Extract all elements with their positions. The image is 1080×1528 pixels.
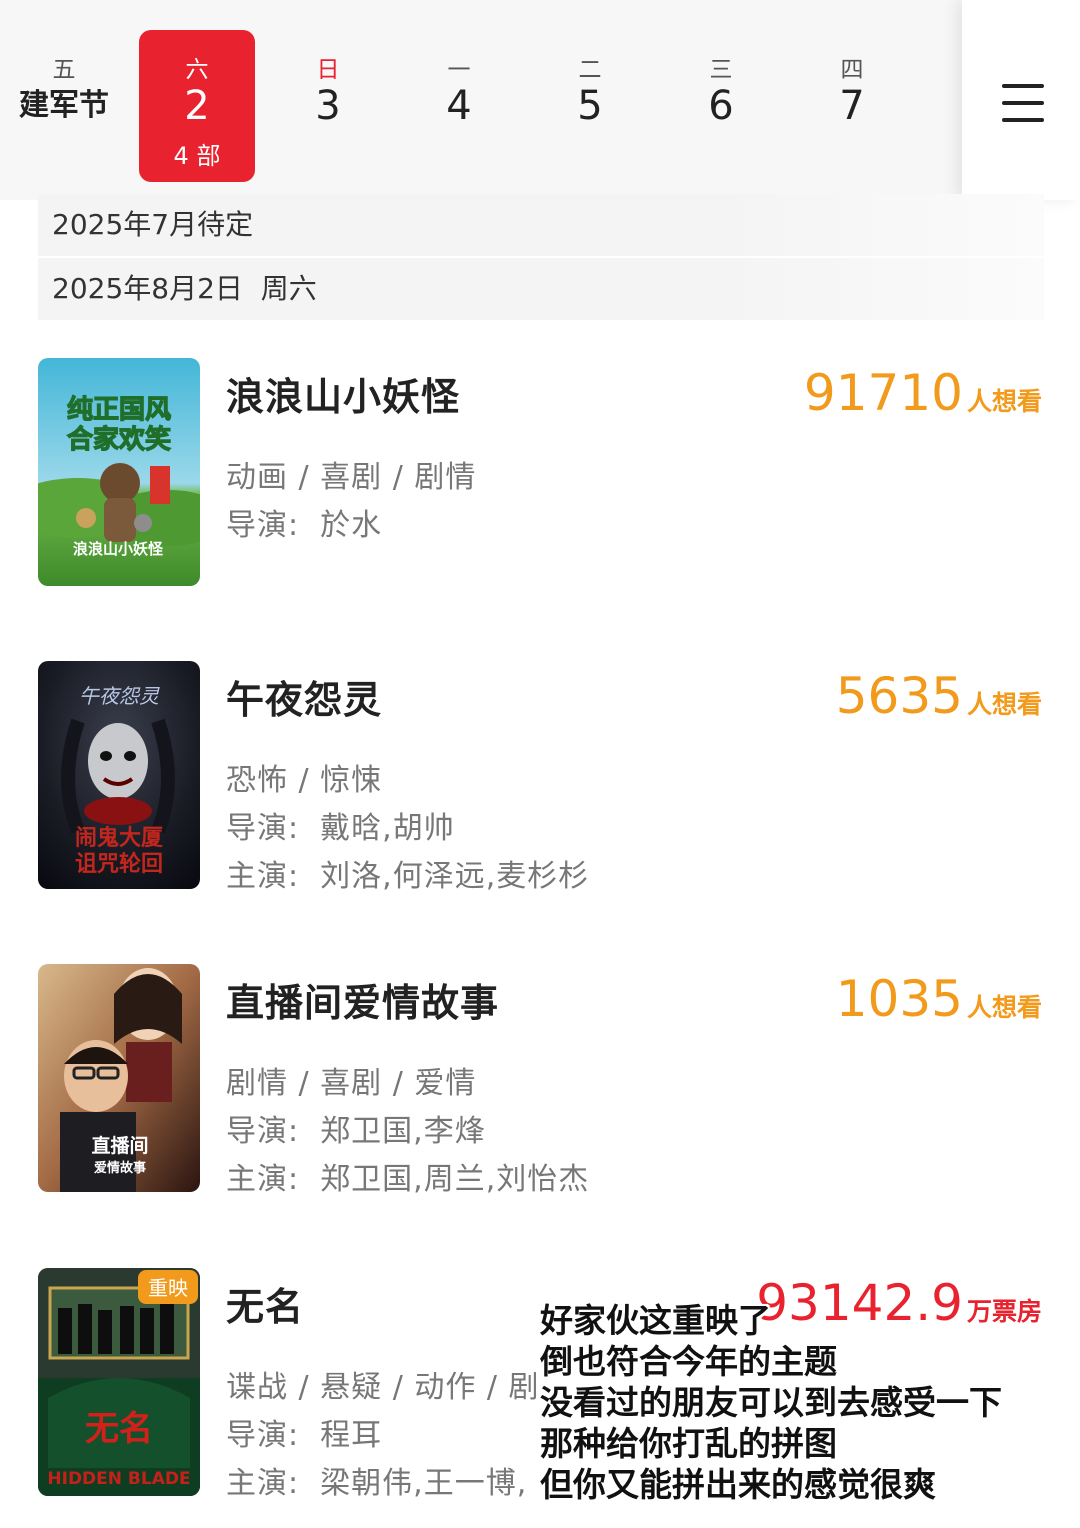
movie-poster[interactable]: 午夜怨灵 闹鬼大厦 诅咒轮回 bbox=[38, 661, 200, 889]
movie-title[interactable]: 午夜怨灵 bbox=[226, 669, 382, 724]
weekday-label: 六 bbox=[185, 57, 209, 83]
movie-genres: 谍战 / 悬疑 / 动作 / 剧 bbox=[226, 1370, 540, 1405]
date-tab-thursday[interactable]: 四 7 bbox=[794, 30, 910, 182]
section-header-fade bbox=[714, 194, 1044, 256]
want-to-see-stat: 5635 人想看 bbox=[836, 667, 1042, 725]
poster-slogan-line1: 闹鬼大厦 bbox=[75, 825, 163, 851]
hamburger-menu-icon[interactable] bbox=[1002, 84, 1044, 122]
movie-cast: 主演: 梁朝伟,王一博, bbox=[226, 1466, 528, 1501]
movie-title[interactable]: 浪浪山小妖怪 bbox=[226, 366, 460, 421]
overlay-caption: 好家伙这重映了 倒也符合今年的主题 没看过的朋友可以到去感受一下 那种给你打乱的… bbox=[540, 1300, 1060, 1505]
movie-genres: 剧情 / 喜剧 / 爱情 bbox=[226, 1066, 477, 1101]
menu-panel bbox=[962, 0, 1080, 200]
poster-slogan-line2: 合家欢笑 bbox=[67, 424, 171, 455]
section-header-aug-2: 2025年8月2日 周六 bbox=[38, 258, 714, 320]
poster-title-art: 无名 bbox=[85, 1409, 153, 1449]
movie-genres: 恐怖 / 惊悚 bbox=[226, 763, 383, 798]
caption-line: 那种给你打乱的拼图 bbox=[540, 1424, 837, 1463]
date-tab-wednesday[interactable]: 三 6 bbox=[663, 30, 779, 182]
section-header-fade bbox=[714, 258, 1044, 320]
caption-line: 倒也符合今年的主题 bbox=[540, 1342, 837, 1381]
movie-item[interactable]: 午夜怨灵 闹鬼大厦 诅咒轮回 午夜怨灵 恐怖 / 惊悚 导演: 戴晗,胡帅 主演… bbox=[0, 661, 1080, 901]
want-unit: 人想看 bbox=[966, 387, 1042, 416]
festival-label: 建军节 bbox=[19, 88, 109, 123]
movie-director: 导演: 程耳 bbox=[226, 1418, 383, 1453]
poster-slogan-line1: 直播间 bbox=[91, 1134, 148, 1157]
date-tab-tuesday[interactable]: 二 5 bbox=[532, 30, 648, 182]
movie-poster[interactable]: 直播间 爱情故事 bbox=[38, 964, 200, 1192]
movie-director: 导演: 戴晗,胡帅 bbox=[226, 811, 455, 846]
date-tab-sunday[interactable]: 日 3 bbox=[270, 30, 386, 182]
movie-title[interactable]: 直播间爱情故事 bbox=[226, 972, 499, 1027]
want-count: 5635 bbox=[835, 667, 963, 725]
date-tab-friday[interactable]: 五 建军节 bbox=[6, 30, 122, 182]
movie-item[interactable]: 纯正国风 合家欢笑 浪浪山小妖怪 浪浪山小妖怪 动画 / 喜剧 / 剧情 导演:… bbox=[0, 358, 1080, 598]
caption-line: 好家伙这重映了 bbox=[540, 1301, 771, 1340]
section-header-july-tbd: 2025年7月待定 bbox=[38, 194, 714, 256]
poster-logo: 浪浪山小妖怪 bbox=[73, 540, 164, 558]
day-number: 7 bbox=[839, 83, 865, 129]
poster-title-art: 午夜怨灵 bbox=[79, 684, 160, 708]
caption-line: 但你又能拼出来的感觉很爽 bbox=[540, 1465, 936, 1504]
movie-title[interactable]: 无名 bbox=[226, 1276, 304, 1331]
want-unit: 人想看 bbox=[966, 993, 1042, 1022]
day-number: 3 bbox=[315, 83, 341, 129]
want-count: 1035 bbox=[835, 970, 963, 1028]
weekday-label: 日 bbox=[316, 57, 340, 83]
movie-poster[interactable]: 无名 HIDDEN BLADE 重映 bbox=[38, 1268, 200, 1496]
weekday-label: 三 bbox=[709, 57, 733, 83]
movie-count-badge: 4 部 bbox=[173, 142, 221, 170]
want-to-see-stat: 91710 人想看 bbox=[804, 364, 1042, 422]
date-tab-monday[interactable]: 一 4 bbox=[401, 30, 517, 182]
movie-item[interactable]: 直播间 爱情故事 直播间爱情故事 剧情 / 喜剧 / 爱情 导演: 郑卫国,李烽… bbox=[0, 964, 1080, 1204]
weekday-label: 二 bbox=[578, 57, 602, 83]
want-unit: 人想看 bbox=[966, 690, 1042, 719]
movie-cast: 主演: 郑卫国,周兰,刘怡杰 bbox=[226, 1162, 590, 1197]
date-strip: 五 建军节 六 2 4 部 日 3 一 4 二 5 三 6 四 7 bbox=[0, 0, 962, 200]
movie-director: 导演: 郑卫国,李烽 bbox=[226, 1114, 486, 1149]
weekday-label: 四 bbox=[840, 57, 864, 83]
day-number: 6 bbox=[708, 83, 734, 129]
poster-english-title: HIDDEN BLADE bbox=[47, 1469, 190, 1489]
date-tab-saturday-selected[interactable]: 六 2 4 部 bbox=[139, 30, 255, 182]
weekday-label: 五 bbox=[52, 57, 76, 83]
want-count: 91710 bbox=[803, 364, 963, 422]
poster-slogan-line2: 诅咒轮回 bbox=[75, 851, 163, 877]
movie-cast: 主演: 刘洛,何泽远,麦杉杉 bbox=[226, 859, 590, 894]
day-number: 5 bbox=[577, 83, 603, 129]
poster-slogan-line1: 纯正国风 bbox=[67, 394, 171, 425]
weekday-label: 一 bbox=[447, 57, 471, 83]
poster-slogan-line2: 爱情故事 bbox=[94, 1160, 146, 1176]
movie-poster[interactable]: 纯正国风 合家欢笑 浪浪山小妖怪 bbox=[38, 358, 200, 586]
day-number: 2 bbox=[184, 83, 210, 129]
movie-genres: 动画 / 喜剧 / 剧情 bbox=[226, 460, 477, 495]
day-number: 4 bbox=[446, 83, 472, 129]
caption-line: 没看过的朋友可以到去感受一下 bbox=[540, 1383, 1002, 1422]
movie-director: 导演: 於水 bbox=[226, 508, 383, 543]
want-to-see-stat: 1035 人想看 bbox=[836, 970, 1042, 1028]
rerelease-badge: 重映 bbox=[148, 1276, 188, 1300]
